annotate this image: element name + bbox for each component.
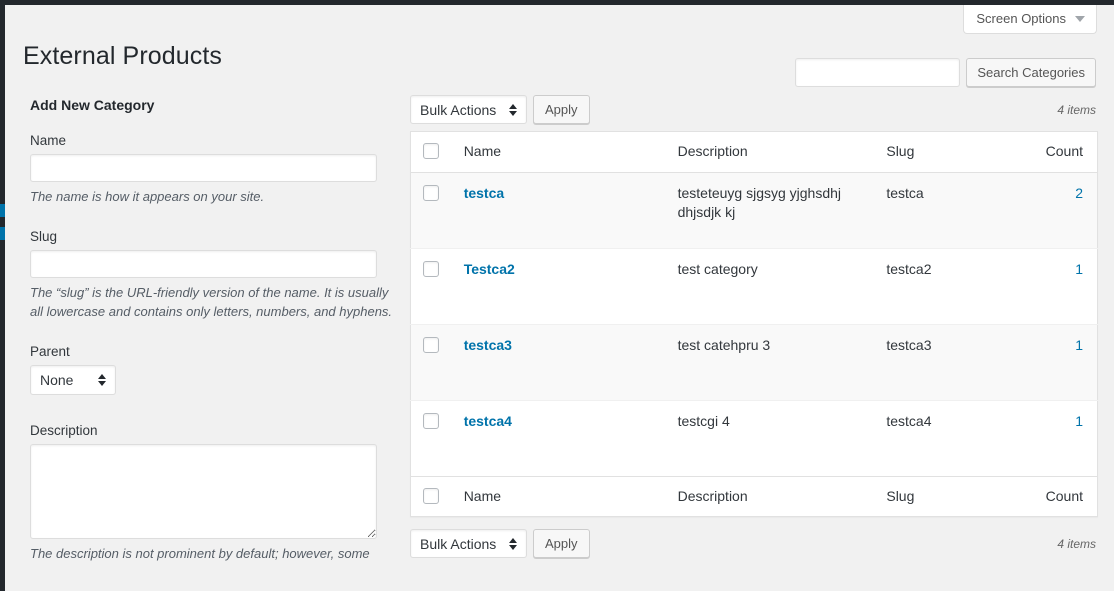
table-body: testca testeteuyg sjgsyg yjghsdhj dhjsdj… <box>410 172 1098 476</box>
admin-page: Screen Options External Products Search … <box>5 5 1114 591</box>
row-slug-cell: testca <box>886 184 924 201</box>
row-description-cell: testcgi 4 <box>677 412 730 429</box>
column-footer-description[interactable]: Description <box>667 476 877 517</box>
row-checkbox[interactable] <box>423 184 439 201</box>
category-count-link[interactable]: 1 <box>1075 337 1083 353</box>
apply-bottom-button[interactable]: Apply <box>533 529 590 559</box>
table-header-row: Name Description Slug Count <box>410 131 1098 173</box>
category-name-link[interactable]: testca3 <box>464 337 512 353</box>
row-checkbox[interactable] <box>423 260 439 277</box>
bulk-actions-top-wrap: Bulk Actions <box>410 95 527 124</box>
bulk-actions-bottom-select[interactable]: Bulk Actions <box>410 529 527 559</box>
column-header-description[interactable]: Description <box>667 131 877 173</box>
row-slug-cell: testca2 <box>886 260 932 277</box>
bulk-actions-top-select[interactable]: Bulk Actions <box>410 95 527 124</box>
category-name-link[interactable]: Testca2 <box>464 261 515 277</box>
select-all-header <box>410 131 454 173</box>
category-count-link[interactable]: 2 <box>1075 185 1083 201</box>
description-help-text: The description is not prominent by defa… <box>30 545 370 561</box>
row-select-cell <box>411 248 454 324</box>
apply-top-button[interactable]: Apply <box>533 95 590 124</box>
table-foot: Name Description Slug Count <box>410 476 1098 517</box>
row-select-cell <box>411 172 454 248</box>
categories-table: Name Description Slug Count testca teste… <box>410 131 1098 518</box>
table-row: testca3 test catehpru 3 testca3 1 <box>410 324 1098 401</box>
row-description-cell: testeteuyg sjgsyg yjghsdhj dhjsdjk kj <box>677 184 842 221</box>
name-help-text: The name is how it appears on your site. <box>30 189 265 204</box>
row-name-cell: Testca2 <box>454 248 668 324</box>
displaying-num-bottom: 4 items <box>1057 536 1096 551</box>
row-count-cell: 1 <box>1020 248 1097 324</box>
description-textarea[interactable] <box>30 443 377 539</box>
categories-list-area: Bulk Actions Apply 4 items Name Descript… <box>408 5 1114 591</box>
table-row: testca4 testcgi 4 testca4 1 <box>410 400 1098 476</box>
form-heading: Add New Category <box>30 97 155 113</box>
row-count-cell: 1 <box>1020 400 1097 476</box>
table-row: testca testeteuyg sjgsyg yjghsdhj dhjsdj… <box>410 172 1098 249</box>
name-input[interactable] <box>30 154 377 182</box>
column-footer-name[interactable]: Name <box>453 476 668 517</box>
category-name-link[interactable]: testca <box>464 185 504 201</box>
row-count-cell: 1 <box>1020 324 1097 400</box>
category-count-link[interactable]: 1 <box>1075 413 1083 429</box>
row-checkbox[interactable] <box>423 412 439 429</box>
slug-help-text: The “slug” is the URL-friendly version o… <box>30 284 393 319</box>
slug-input[interactable] <box>30 249 377 278</box>
row-select-cell <box>411 400 454 476</box>
row-name-cell: testca3 <box>454 324 668 400</box>
description-field-group: Description The description is not promi… <box>27 423 399 564</box>
slug-label: Slug <box>30 228 58 244</box>
row-slug-cell: testca4 <box>886 412 932 429</box>
column-header-name[interactable]: Name <box>453 131 668 173</box>
column-header-slug[interactable]: Slug <box>876 131 1021 173</box>
row-slug-cell: testca3 <box>886 336 932 353</box>
table-head: Name Description Slug Count <box>410 131 1098 173</box>
table-footer-row: Name Description Slug Count <box>410 476 1098 517</box>
row-name-cell: testca4 <box>454 400 668 476</box>
row-description-cell: test category <box>677 260 758 277</box>
tablenav-top: Bulk Actions Apply 4 items <box>408 93 1096 126</box>
table-row: Testca2 test category testca2 1 <box>410 248 1098 324</box>
row-checkbox[interactable] <box>423 336 439 353</box>
row-description-cell: test catehpru 3 <box>677 336 771 353</box>
bulk-actions-bottom-wrap: Bulk Actions <box>410 529 527 559</box>
column-footer-slug[interactable]: Slug <box>876 476 1021 517</box>
parent-label: Parent <box>30 343 70 359</box>
name-field-group: Name The name is how it appears on your … <box>27 133 399 207</box>
name-label: Name <box>30 133 67 148</box>
parent-select-wrap: None <box>30 364 116 395</box>
category-count-link[interactable]: 1 <box>1075 261 1083 277</box>
select-all-checkbox-bottom[interactable] <box>423 487 439 504</box>
add-new-category-form: Add New Category Name The name is how it… <box>27 97 399 585</box>
category-name-link[interactable]: testca4 <box>464 413 512 429</box>
tablenav-bottom: Bulk Actions Apply 4 items <box>408 527 1096 560</box>
row-count-cell: 2 <box>1020 172 1097 248</box>
row-name-cell: testca <box>454 172 668 248</box>
parent-select[interactable]: None <box>30 364 116 395</box>
row-select-cell <box>411 324 454 400</box>
select-all-checkbox-top[interactable] <box>423 143 439 159</box>
description-label: Description <box>30 422 98 438</box>
displaying-num-top: 4 items <box>1057 102 1096 117</box>
column-header-count[interactable]: Count <box>1020 131 1098 173</box>
column-footer-count[interactable]: Count <box>1020 476 1098 517</box>
select-all-footer <box>410 476 454 517</box>
parent-field-group: Parent None <box>27 344 399 419</box>
slug-field-group: Slug The “slug” is the URL-friendly vers… <box>27 229 399 322</box>
page-title: External Products <box>23 41 223 70</box>
